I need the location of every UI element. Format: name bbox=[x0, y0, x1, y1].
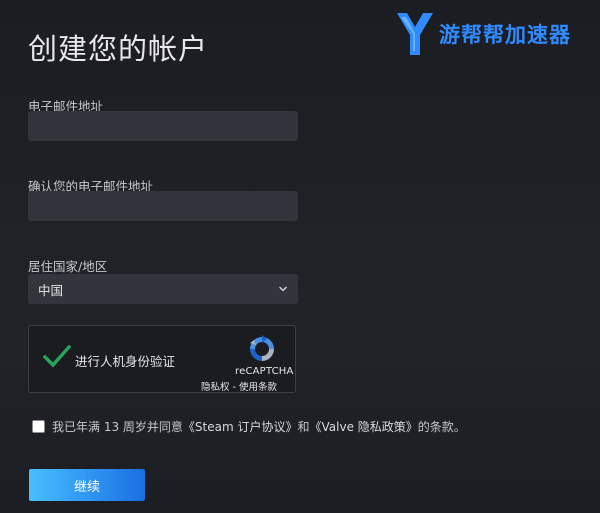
captcha-label: 进行人机身份验证 bbox=[75, 354, 176, 369]
watermark-logo: 游帮帮加速器 bbox=[395, 8, 595, 60]
age-agreement: 我已年满 13 周岁并同意 《Steam 订户协议》 和 《Valve 隐私政策… bbox=[32, 418, 466, 435]
page-title: 创建您的帐户 bbox=[28, 32, 209, 66]
recaptcha-links: 隐私权 - 使用条款 bbox=[201, 379, 277, 393]
agreement-suffix: 的条款。 bbox=[417, 420, 466, 434]
valve-privacy-policy-link[interactable]: 《Valve 隐私政策》 bbox=[310, 418, 418, 435]
recaptcha-logo-icon bbox=[250, 335, 274, 361]
agreement-prefix: 我已年满 13 周岁并同意 bbox=[52, 420, 183, 434]
country-select[interactable]: 中国 bbox=[28, 274, 298, 304]
watermark-y-icon bbox=[397, 13, 433, 55]
confirm-email-field[interactable] bbox=[28, 191, 298, 221]
chevron-down-icon bbox=[279, 286, 287, 292]
steam-subscriber-agreement-link[interactable]: 《Steam 订户协议》 bbox=[183, 418, 298, 435]
recaptcha-privacy-link[interactable]: 隐私权 bbox=[201, 382, 230, 393]
create-account-page: 创建您的帐户 游帮帮加速器 电子邮件地址 确认您的电子邮件地址 居住国家/地区 … bbox=[0, 0, 600, 513]
watermark-text: 游帮帮加速器 bbox=[439, 23, 571, 47]
agreement-middle: 和 bbox=[297, 420, 310, 434]
email-field[interactable] bbox=[28, 111, 298, 141]
checkmark-icon[interactable] bbox=[43, 344, 71, 368]
recaptcha-links-separator: - bbox=[229, 382, 239, 393]
country-select-value: 中国 bbox=[38, 282, 64, 298]
agree-checkbox[interactable] bbox=[32, 420, 45, 433]
recaptcha-brand: reCAPTCHA bbox=[235, 366, 294, 377]
continue-button[interactable]: 继续 bbox=[29, 469, 145, 501]
country-label: 居住国家/地区 bbox=[28, 259, 108, 274]
recaptcha-terms-link[interactable]: 使用条款 bbox=[239, 382, 277, 393]
recaptcha-widget: 进行人机身份验证 reCAPTCHA 隐私权 - 使用条款 bbox=[28, 325, 296, 393]
